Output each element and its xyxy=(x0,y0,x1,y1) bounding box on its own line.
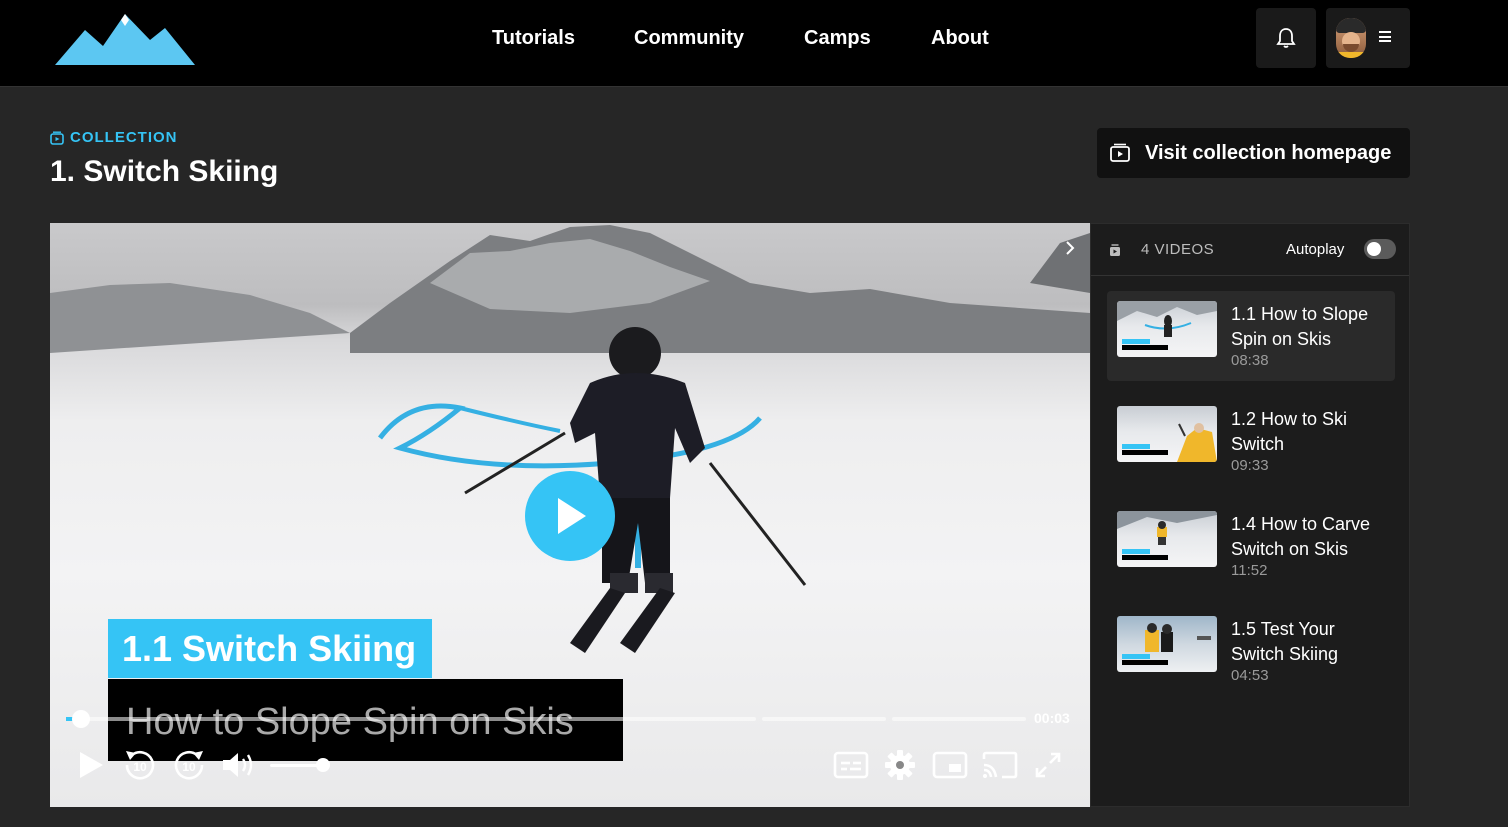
bell-icon xyxy=(1276,28,1296,48)
play-icon[interactable] xyxy=(76,749,106,781)
playlist-item-duration: 04:53 xyxy=(1231,667,1269,684)
nav-community[interactable]: Community xyxy=(634,27,744,50)
current-time: 00:03 xyxy=(1034,710,1070,726)
forward-10-icon[interactable]: 10 xyxy=(171,747,207,783)
page-title: 1. Switch Skiing xyxy=(50,155,279,188)
playlist-item-title: 1.1 How to Slope Spin on Skis xyxy=(1231,304,1369,349)
captions-icon[interactable] xyxy=(833,751,869,779)
collection-icon xyxy=(1110,143,1130,162)
mountain-logo-icon[interactable] xyxy=(55,10,197,68)
playlist-item[interactable]: 1.5 Test Your Switch Skiing 04:53 xyxy=(1107,606,1395,696)
playlist-item[interactable]: 1.1 How to Slope Spin on Skis 08:38 xyxy=(1107,291,1395,381)
nav-camps[interactable]: Camps xyxy=(804,27,871,50)
gear-icon[interactable] xyxy=(884,749,916,781)
notifications-button[interactable] xyxy=(1256,8,1316,68)
playlist-item-title: 1.4 How to Carve Switch on Skis xyxy=(1231,514,1371,559)
playlist-item[interactable]: 1.2 How to Ski Switch 09:33 xyxy=(1107,396,1395,486)
playlist-header: 4 VIDEOS Autoplay xyxy=(1091,224,1409,276)
fullscreen-icon[interactable] xyxy=(1034,751,1062,779)
svg-text:10: 10 xyxy=(182,760,196,774)
nav-about[interactable]: About xyxy=(931,27,989,50)
play-video-button[interactable] xyxy=(525,471,615,561)
visit-collection-button[interactable]: Visit collection homepage xyxy=(1097,128,1410,178)
profile-menu-button[interactable] xyxy=(1326,8,1410,68)
video-overlay-title: 1.1 Switch Skiing xyxy=(108,619,433,678)
picture-in-picture-icon[interactable] xyxy=(932,751,968,779)
playlist-item-duration: 11:52 xyxy=(1231,562,1268,579)
playlist-item-title: 1.5 Test Your Switch Skiing xyxy=(1231,619,1339,664)
collection-icon xyxy=(50,131,64,145)
playlist-item[interactable]: 1.4 How to Carve Switch on Skis 11:52 xyxy=(1107,501,1395,591)
collection-icon xyxy=(1110,244,1120,256)
avatar xyxy=(1336,18,1366,58)
rewind-10-icon[interactable]: 10 xyxy=(122,747,158,783)
video-thumbnail xyxy=(1117,406,1217,462)
autoplay-label: Autoplay xyxy=(1286,241,1345,258)
video-thumbnail xyxy=(1117,511,1217,567)
video-thumbnail xyxy=(1117,301,1217,357)
video-thumbnail xyxy=(1117,616,1217,672)
collection-label: COLLECTION xyxy=(50,129,178,146)
playlist-item-duration: 08:38 xyxy=(1231,352,1269,369)
progress-handle[interactable] xyxy=(72,710,90,728)
playlist-item-title: 1.2 How to Ski Switch xyxy=(1231,409,1348,454)
video-player[interactable]: 1.1 Switch Skiing How to Slope Spin on S… xyxy=(50,223,1090,807)
autoplay-toggle[interactable] xyxy=(1364,239,1396,259)
hamburger-icon xyxy=(1379,31,1391,42)
svg-text:10: 10 xyxy=(133,760,147,774)
playlist-item-duration: 09:33 xyxy=(1231,457,1269,474)
volume-handle[interactable] xyxy=(316,758,330,772)
volume-icon[interactable] xyxy=(221,750,257,780)
cast-icon[interactable] xyxy=(982,751,1018,779)
chevron-right-icon[interactable] xyxy=(1064,239,1076,257)
playlist-panel: 4 VIDEOS Autoplay 1.1 How to Slope Spin … xyxy=(1090,223,1410,807)
nav-tutorials[interactable]: Tutorials xyxy=(492,27,575,50)
video-progress-bar[interactable] xyxy=(66,710,1026,728)
play-icon xyxy=(558,498,586,534)
video-count: 4 VIDEOS xyxy=(1141,241,1215,258)
site-header: Tutorials Community Camps About xyxy=(0,0,1508,87)
